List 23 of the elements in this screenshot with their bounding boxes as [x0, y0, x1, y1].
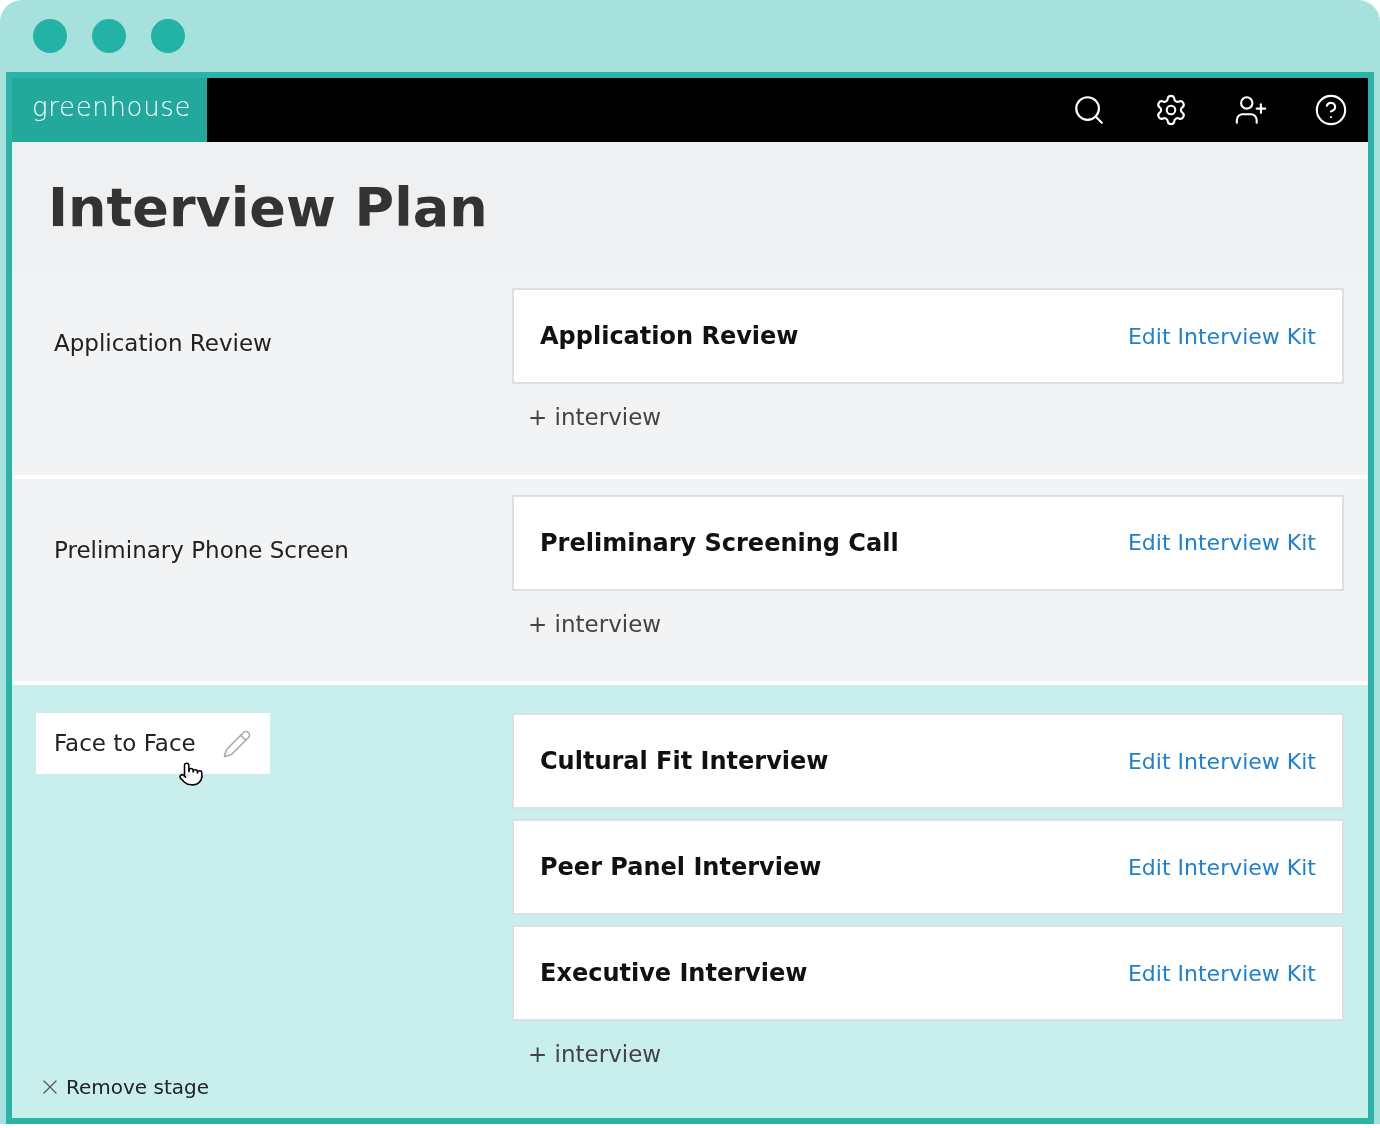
- add-interview-button[interactable]: + interview: [528, 606, 662, 641]
- logo[interactable]: greenhouse: [12, 78, 207, 142]
- edit-interview-kit-link[interactable]: Edit Interview Kit: [1127, 956, 1316, 990]
- add-interview-button[interactable]: + interview: [528, 1037, 662, 1072]
- interview-name: Peer Panel Interview: [540, 852, 822, 883]
- edit-interview-kit-link[interactable]: Edit Interview Kit: [1127, 526, 1316, 559]
- hand-cursor-icon: [178, 761, 204, 787]
- interview-name: Preliminary Screening Call: [540, 527, 899, 559]
- settings-icon[interactable]: [1154, 93, 1188, 127]
- stage-name: Application Review: [54, 329, 273, 358]
- edit-interview-kit-link[interactable]: Edit Interview Kit: [1127, 744, 1316, 778]
- add-interview-button[interactable]: + interview: [528, 400, 662, 435]
- add-user-icon[interactable]: [1234, 93, 1268, 127]
- interview-name: Cultural Fit Interview: [540, 746, 829, 777]
- stage-name: Preliminary Phone Screen: [54, 535, 350, 565]
- help-icon[interactable]: [1314, 93, 1348, 127]
- search-icon[interactable]: [1072, 93, 1106, 127]
- interview-name: Executive Interview: [540, 958, 808, 989]
- stage-name-field[interactable]: Face to Face: [36, 713, 270, 774]
- edit-interview-kit-link[interactable]: Edit Interview Kit: [1127, 319, 1316, 353]
- edit-interview-kit-link[interactable]: Edit Interview Kit: [1127, 850, 1316, 884]
- interview-name: Application Review: [540, 321, 799, 352]
- remove-stage-button[interactable]: Remove stage: [38, 1072, 512, 1102]
